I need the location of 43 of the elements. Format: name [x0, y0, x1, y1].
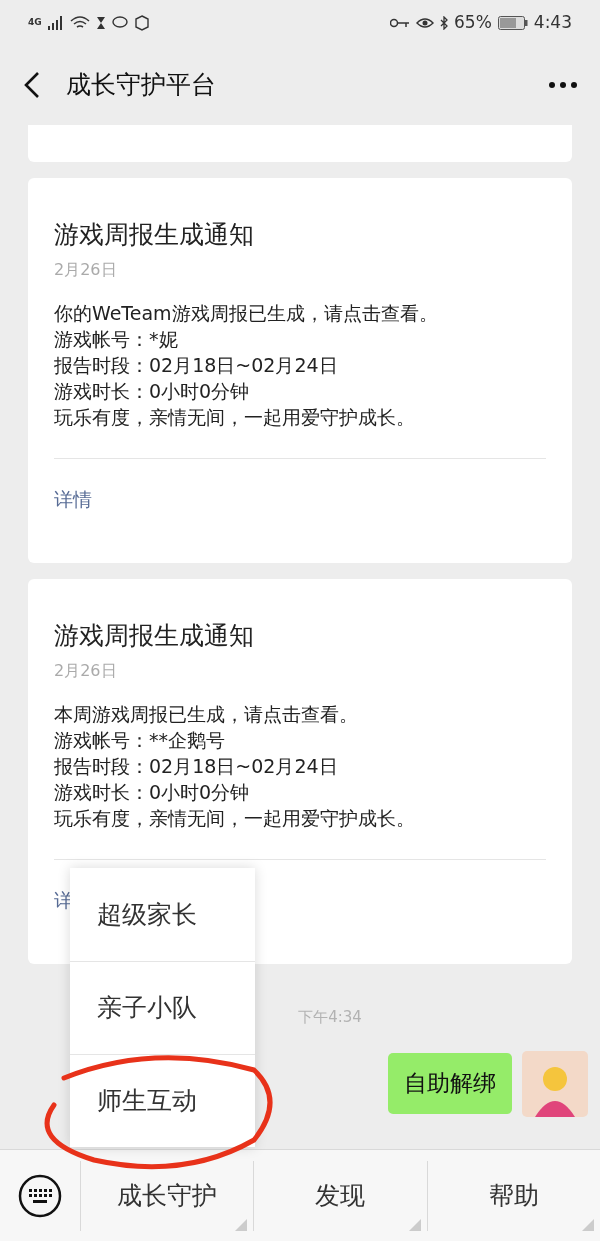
- popup-menu-item[interactable]: 师生互动: [70, 1054, 255, 1147]
- popup-menu-item[interactable]: 亲子小队: [70, 961, 255, 1054]
- card-date: 2月26日: [54, 259, 118, 281]
- card-text-line: 玩乐有度，亲情无间，一起用爱守护成长。: [54, 405, 416, 430]
- card-text-line: 玩乐有度，亲情无间，一起用爱守护成长。: [54, 806, 416, 831]
- card-text-line: 游戏帐号：**企鹅号: [54, 728, 226, 753]
- menu-tab[interactable]: 成长守护: [80, 1160, 254, 1231]
- details-link[interactable]: 详情: [54, 488, 92, 510]
- card-date: 2月26日: [54, 660, 118, 682]
- signal-icon: [47, 15, 64, 30]
- page-title: 成长守护平台: [66, 69, 216, 102]
- back-icon[interactable]: [22, 70, 42, 100]
- message-time: 下午4:34: [298, 1007, 362, 1028]
- details-link[interactable]: 详: [54, 889, 73, 911]
- card-text-line: 报告时段：02月18日~02月24日: [54, 353, 339, 378]
- notification-card[interactable]: 游戏周报生成通知 2月26日 你的WeTeam游戏周报已生成，请点击查看。 游戏帐号：*妮 报告时段：02月18日~02月24日 游戏时长：0小时0分钟 玩乐有度，亲情无间，一起用爱守护成长。 详情: [28, 178, 572, 563]
- menu-tab[interactable]: 帮助: [426, 1160, 600, 1231]
- card-text-line: 游戏帐号：*妮: [54, 327, 179, 352]
- wifi-icon: [69, 15, 90, 30]
- popup-menu-item[interactable]: 超级家长: [70, 868, 255, 961]
- battery-percent: 65%: [454, 10, 492, 34]
- clock: 4:43: [533, 10, 572, 34]
- avatar: [522, 1050, 588, 1117]
- bluetooth-icon: [440, 15, 448, 30]
- card-text-line: 你的WeTeam游戏周报已生成，请点击查看。: [54, 301, 439, 326]
- message-bubble: 自助解绑: [388, 1053, 512, 1114]
- submenu-corner-icon: [582, 1218, 594, 1231]
- card-title: 游戏周报生成通知: [54, 219, 255, 251]
- key-icon: [390, 17, 410, 28]
- more-icon[interactable]: [548, 81, 578, 89]
- card-text-line: 游戏时长：0小时0分钟: [54, 780, 251, 805]
- card-text-line: 本周游戏周报已生成，请点击查看。: [54, 702, 359, 727]
- card-title: 游戏周报生成通知: [54, 620, 255, 652]
- network-label: 4G: [28, 15, 42, 29]
- card-text-line: 报告时段：02月18日~02月24日: [54, 754, 339, 779]
- eye-icon: [416, 16, 434, 29]
- keyboard-icon[interactable]: [18, 1173, 62, 1218]
- battery-icon: [497, 15, 528, 30]
- submenu-corner-icon: [235, 1218, 248, 1231]
- submenu-corner-icon: [408, 1218, 421, 1231]
- card-text-line: 游戏时长：0小时0分钟: [54, 379, 251, 404]
- menu-tab[interactable]: 发现: [253, 1160, 427, 1231]
- hourglass-icon: [95, 15, 106, 30]
